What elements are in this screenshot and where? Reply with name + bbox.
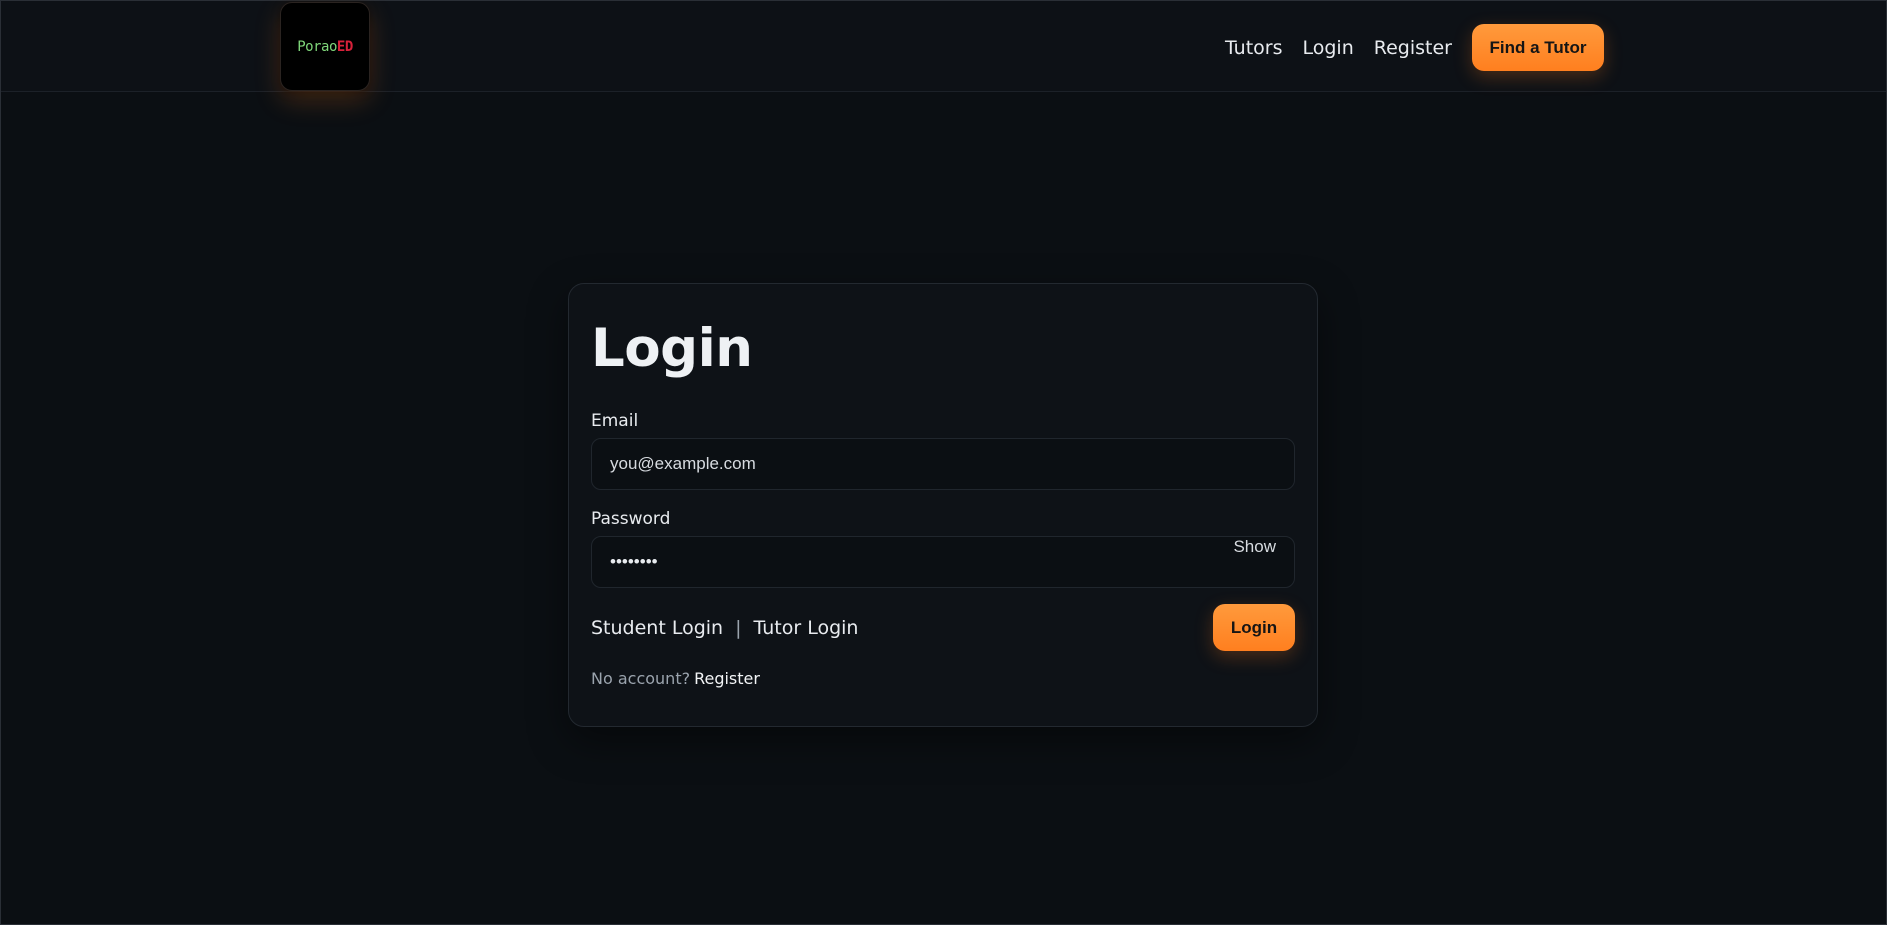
register-prompt: No account? Register [591,669,760,688]
password-label: Password [591,509,671,529]
top-header: Porao ED Tutors Login Register Find a Tut… [1,1,1886,92]
email-field-wrapper [591,438,1295,490]
password-field-wrapper: Show [591,536,1295,588]
login-type-separator: | [735,617,742,639]
logo-text-secondary: ED [336,38,353,55]
register-link[interactable]: Register [694,669,760,688]
main-nav: Tutors Login Register Find a Tutor [1225,24,1604,71]
email-input[interactable] [592,439,1294,489]
email-label: Email [591,411,639,431]
login-submit-button[interactable]: Login [1213,604,1295,651]
nav-link-tutors[interactable]: Tutors [1225,37,1283,59]
password-input[interactable] [592,537,1294,587]
tutor-login-link[interactable]: Tutor Login [754,617,859,639]
logo-text-primary: Porao [297,38,337,55]
find-tutor-button[interactable]: Find a Tutor [1472,24,1604,71]
nav-link-register[interactable]: Register [1374,37,1452,59]
login-title: Login [591,318,753,379]
login-card: Login Email Password Show Student Login … [568,283,1318,727]
login-type-switch: Student Login | Tutor Login [591,617,858,639]
student-login-link[interactable]: Student Login [591,617,723,639]
show-password-button[interactable]: Show [1233,537,1276,557]
nav-link-login[interactable]: Login [1303,37,1354,59]
no-account-text: No account? [591,669,691,688]
brand-logo[interactable]: Porao ED [280,2,370,91]
page: Porao ED Tutors Login Register Find a Tut… [0,0,1887,925]
